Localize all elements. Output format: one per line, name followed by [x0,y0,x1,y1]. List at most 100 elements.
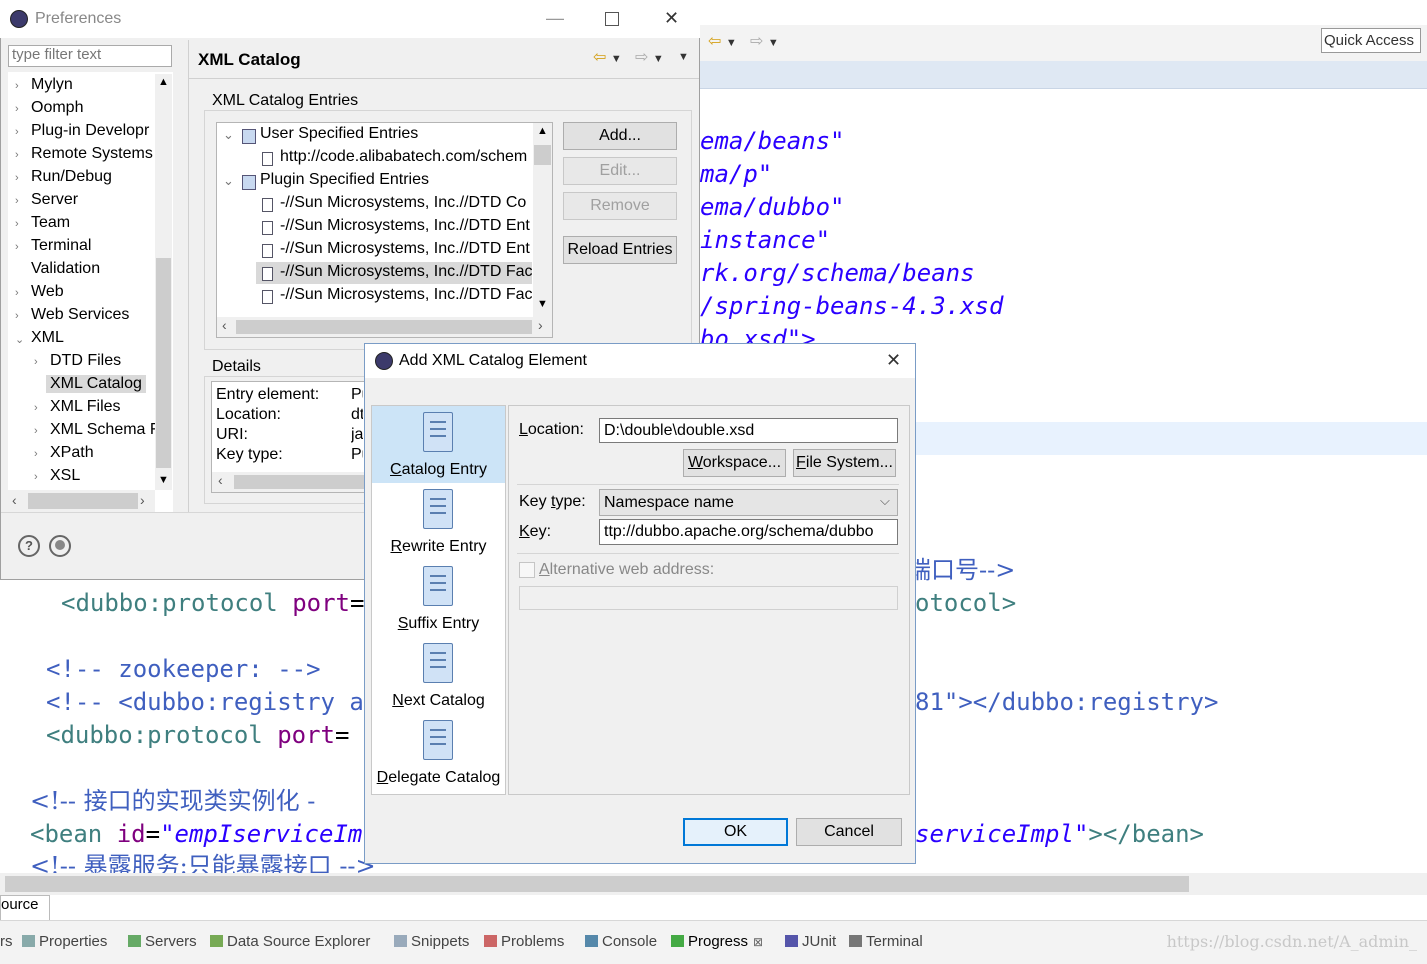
editor-scroll-thumb[interactable] [5,876,1189,892]
suffix-entry-option[interactable]: Suffix Entry [372,564,505,638]
tree-item-server[interactable]: Server [31,191,78,209]
key-type-select[interactable]: Namespace name [599,489,898,516]
edit-button[interactable]: Edit... [563,157,677,185]
chevron-right-icon[interactable]: › [34,471,38,483]
catalog-entry-option[interactable]: Catalog Entry [372,410,505,484]
entries-scroll-left-icon[interactable]: ‹ [222,317,227,333]
key-input[interactable]: ttp://dubbo.apache.org/schema/dubbo [599,519,898,545]
workspace-button[interactable]: Workspace... [683,449,786,477]
close-icon[interactable]: ✕ [664,8,679,29]
page-forward-icon[interactable]: ⇨ ▼ [635,47,664,67]
tree-item-web[interactable]: Web [31,283,64,301]
minimize-icon[interactable]: — [546,8,564,29]
tab-console[interactable]: Console [585,933,657,950]
entries-scroll-right-icon[interactable]: › [538,317,543,333]
tree-item-team[interactable]: Team [31,214,70,232]
maximize-icon[interactable] [605,12,619,26]
tab-progress[interactable]: Progress ⊠ [671,933,763,950]
tree-item-run-debug[interactable]: Run/Debug [31,168,112,186]
catalog-entry[interactable]: -//Sun Microsystems, Inc.//DTD Fac [280,286,532,304]
chevron-right-icon[interactable]: › [34,448,38,460]
catalog-entry[interactable]: User Specified Entries [260,125,532,143]
tree-scroll-thumb[interactable] [156,258,171,468]
tab-snippets[interactable]: Snippets [394,933,469,950]
tree-item-web-services[interactable]: Web Services [31,306,129,324]
cancel-button[interactable]: Cancel [796,818,902,846]
chevron-right-icon[interactable]: › [15,287,19,299]
dialog-close-icon[interactable]: ✕ [886,350,901,371]
tree-item-remote-systems[interactable]: Remote Systems [31,145,153,163]
tree-item-mylyn[interactable]: Mylyn [31,76,73,94]
tree-item-plug-in-developr[interactable]: Plug-in Developr [31,122,149,140]
catalog-entry[interactable]: http://code.alibabatech.com/schem [280,148,532,166]
import-export-icon[interactable] [49,535,71,557]
chevron-right-icon[interactable]: › [34,425,38,437]
tree-item-xml-files[interactable]: XML Files [50,398,121,416]
rewrite-entry-option[interactable]: Rewrite Entry [372,487,505,561]
chevron-right-icon[interactable]: › [15,149,19,161]
tab-rs[interactable]: rs [0,933,13,950]
tree-item-xml[interactable]: XML [31,329,64,347]
tree-item-xml-schema-f[interactable]: XML Schema F [50,421,160,439]
catalog-entry[interactable]: -//Sun Microsystems, Inc.//DTD Fac [280,263,532,281]
next-catalog-option[interactable]: Next Catalog [372,641,505,715]
chevron-down-icon[interactable]: ⌄ [223,173,234,189]
tree-item-validation[interactable]: Validation [31,260,100,278]
quick-access-field[interactable]: Quick Access [1321,28,1421,53]
filter-input[interactable]: type filter text [8,45,172,67]
ok-button[interactable]: OK [683,818,788,846]
tree-item-xpath[interactable]: XPath [50,444,94,462]
tab-data-source-explorer[interactable]: Data Source Explorer [210,933,370,950]
tab-properties[interactable]: Properties [22,933,107,950]
tab-junit[interactable]: JUnit [785,933,836,950]
catalog-entry[interactable]: Plugin Specified Entries [260,171,532,189]
chevron-right-icon[interactable]: › [15,172,19,184]
entries-scroll-down-icon[interactable]: ▼ [537,298,548,310]
tree-item-terminal[interactable]: Terminal [31,237,91,255]
tree-item-oomph[interactable]: Oomph [31,99,83,117]
details-hscroll-thumb[interactable] [234,475,384,489]
details-scroll-left-icon[interactable]: ‹ [218,472,223,488]
chevron-down-icon[interactable]: ⌵ [880,493,890,509]
entries-scroll-up-icon[interactable]: ▲ [537,125,548,137]
tab-terminal[interactable]: Terminal [849,933,923,950]
catalog-entry[interactable]: -//Sun Microsystems, Inc.//DTD Ent [280,240,532,258]
chevron-right-icon[interactable]: › [15,310,19,322]
page-menu-icon[interactable]: ▼ [678,51,689,63]
file-system-button[interactable]: File System... [793,449,896,477]
alternative-address-input[interactable] [519,586,898,610]
reload-entries-button[interactable]: Reload Entries [563,236,677,264]
chevron-right-icon[interactable]: › [15,241,19,253]
chevron-down-icon[interactable]: ⌄ [223,127,234,143]
alternative-address-checkbox[interactable] [519,562,535,578]
nav-forward-icon[interactable]: ⇨ ▼ [750,31,779,51]
scroll-right-icon[interactable]: › [140,492,145,508]
add-button[interactable]: Add... [563,122,677,150]
chevron-right-icon[interactable]: › [15,218,19,230]
tree-hscroll-thumb[interactable] [28,493,138,509]
nav-back-icon[interactable]: ⇦ ▼ [708,31,737,51]
chevron-right-icon[interactable]: › [15,126,19,138]
chevron-down-icon[interactable]: ⌄ [15,333,24,346]
page-back-icon[interactable]: ⇦ ▼ [593,47,622,67]
tab-servers[interactable]: Servers [128,933,197,950]
chevron-right-icon[interactable]: › [34,356,38,368]
help-icon[interactable]: ? [18,535,40,557]
scroll-left-icon[interactable]: ‹ [12,492,17,508]
chevron-right-icon[interactable]: › [15,103,19,115]
tab-problems[interactable]: Problems [484,933,564,950]
tree-item-dtd-files[interactable]: DTD Files [50,352,121,370]
scroll-down-icon[interactable]: ▼ [158,474,169,486]
tree-item-xml-catalog[interactable]: XML Catalog [46,375,146,393]
delegate-catalog-option[interactable]: Delegate Catalog [372,718,505,792]
catalog-entry[interactable]: -//Sun Microsystems, Inc.//DTD Co [280,194,532,212]
chevron-right-icon[interactable]: › [15,195,19,207]
chevron-right-icon[interactable]: › [15,80,19,92]
scroll-up-icon[interactable]: ▲ [158,76,169,88]
tab-source[interactable]: ource [0,895,50,921]
entries-scroll-thumb[interactable] [534,145,551,165]
close-icon[interactable]: ⊠ [753,935,763,949]
location-input[interactable]: D:\double\double.xsd [599,418,898,443]
catalog-entry[interactable]: -//Sun Microsystems, Inc.//DTD Ent [280,217,532,235]
chevron-right-icon[interactable]: › [34,402,38,414]
